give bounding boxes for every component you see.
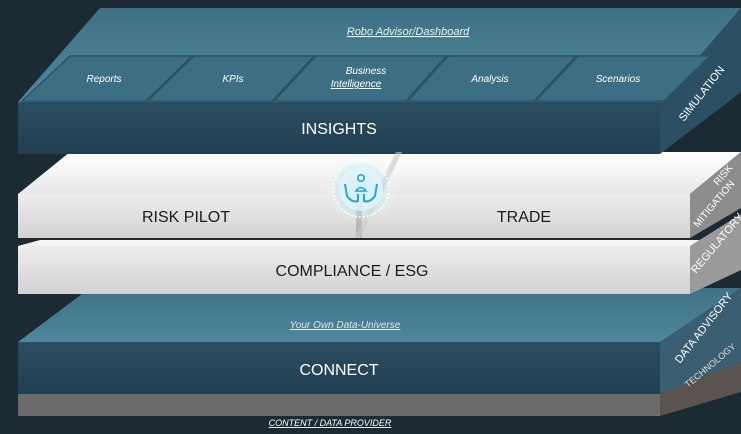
insights-title: INSIGHTS [301,121,377,138]
connect-top-face [18,288,741,342]
trade-label: TRADE [497,209,551,226]
tile-scenarios-label: Scenarios [596,74,640,85]
tile-analysis-label: Analysis [470,74,508,85]
tile-kpis-label: KPIs [222,74,243,85]
stack-svg: Your Own Data-Universe CONNECT DATA ADVI… [18,8,741,428]
risk-pilot-label: RISK PILOT [142,209,230,226]
compliance-title: COMPLIANCE / ESG [276,263,429,280]
connect-layer: Your Own Data-Universe CONNECT DATA ADVI… [18,288,741,428]
tile-reports-label: Reports [86,74,121,85]
content-provider-label: CONTENT / DATA PROVIDER [269,418,392,428]
data-universe-label: Your Own Data-Universe [290,320,401,331]
compliance-top-face [18,240,741,246]
layer-stack-diagram: Your Own Data-Universe CONNECT DATA ADVI… [0,0,741,429]
tile-business-label: Business [346,66,387,77]
insights-layer: Robo Advisor/Dashboard Reports KPIs Busi… [18,8,741,154]
content-provider-strip [18,394,660,416]
connect-title: CONNECT [299,362,378,379]
tile-intelligence-label: Intelligence [331,79,382,90]
dashboard-label: Robo Advisor/Dashboard [347,26,470,38]
hands-holding-person-icon [325,153,397,225]
